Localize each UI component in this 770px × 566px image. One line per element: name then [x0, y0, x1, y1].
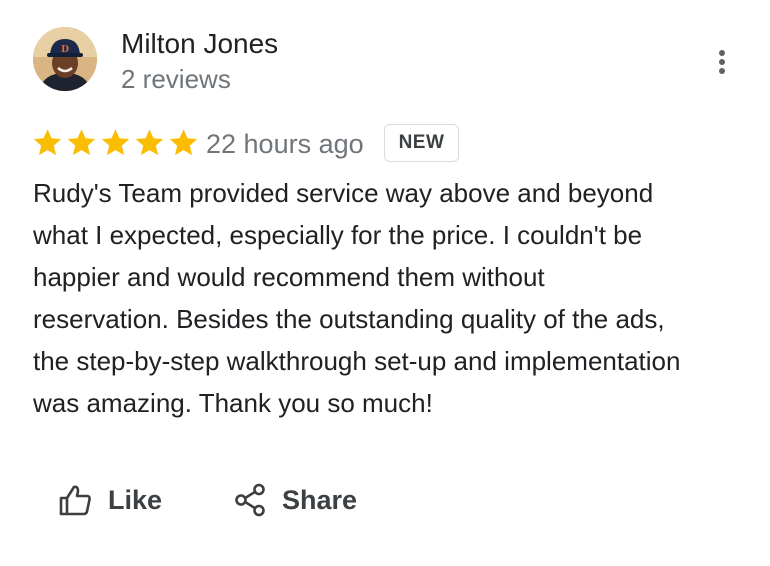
- star-icon: [101, 129, 130, 156]
- review-card: D Milton Jones 2 reviews 22 hours ago NE…: [0, 0, 770, 566]
- star-icon: [169, 129, 198, 156]
- like-button[interactable]: Like: [58, 478, 162, 522]
- like-label: Like: [108, 484, 163, 515]
- reviewer-review-count[interactable]: 2 reviews: [121, 62, 231, 96]
- star-rating: [32, 127, 199, 158]
- review-text: Rudy's Team provided service way above a…: [33, 178, 681, 418]
- star-icon: [135, 129, 164, 156]
- share-label: Share: [282, 484, 358, 515]
- star-icon: [67, 129, 96, 156]
- avatar[interactable]: D: [33, 27, 97, 91]
- reviewer-name[interactable]: Milton Jones: [121, 26, 278, 62]
- more-options-button[interactable]: [705, 42, 739, 82]
- share-icon: [235, 483, 265, 517]
- more-vert-icon: [719, 50, 725, 74]
- thumb-up-icon: [59, 485, 91, 516]
- review-time: 22 hours ago: [206, 129, 364, 159]
- share-button[interactable]: Share: [234, 478, 357, 522]
- star-icon: [33, 129, 62, 156]
- new-badge: NEW: [384, 124, 459, 162]
- svg-text:D: D: [61, 45, 69, 55]
